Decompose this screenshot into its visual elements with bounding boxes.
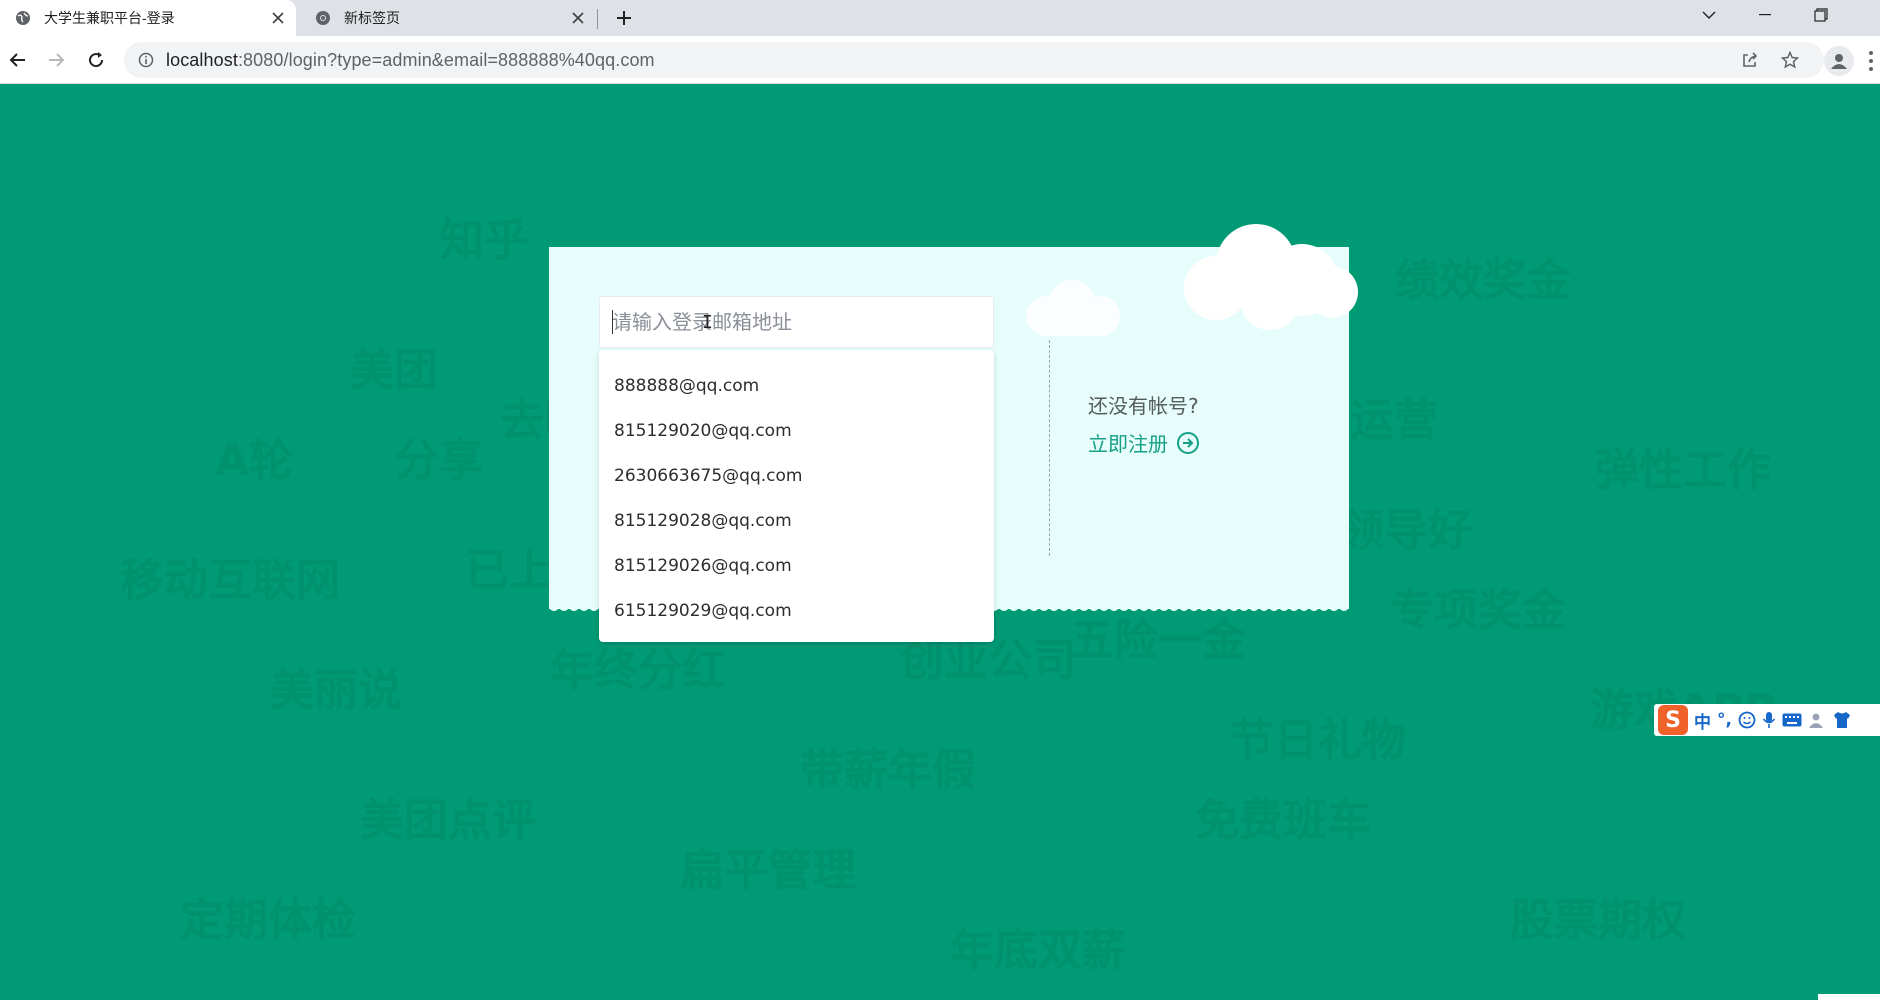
tab-new-tab[interactable]: 新标签页 — [300, 0, 596, 36]
new-tab-button[interactable] — [610, 4, 638, 32]
close-icon[interactable] — [564, 4, 592, 32]
emoji-icon[interactable] — [1738, 711, 1756, 729]
register-label: 立即注册 — [1088, 432, 1168, 456]
background-word: 免费班车 — [1195, 795, 1371, 846]
email-suggestion[interactable]: 888888@qq.com — [599, 364, 994, 409]
cloud-decoration — [1026, 280, 1120, 336]
more-menu-icon[interactable] — [1862, 48, 1880, 74]
globe-icon — [14, 9, 32, 27]
ime-language-toggle[interactable]: 中 — [1694, 708, 1711, 733]
skin-shirt-icon[interactable] — [1832, 711, 1852, 729]
profile-avatar[interactable] — [1824, 46, 1854, 76]
background-word: 美丽说 — [270, 665, 402, 716]
background-word: 节日礼物 — [1230, 715, 1406, 766]
email-suggestion[interactable]: 615129029@qq.com — [599, 589, 994, 634]
tab-search-icon[interactable] — [1682, 0, 1736, 30]
minimize-icon[interactable] — [1738, 0, 1792, 30]
chrome-icon — [314, 9, 332, 27]
keyboard-icon[interactable] — [1782, 713, 1802, 727]
email-suggestion[interactable]: 815129020@qq.com — [599, 409, 994, 454]
background-word: 定期体检 — [180, 895, 356, 946]
register-link[interactable]: 立即注册 — [1088, 428, 1200, 457]
background-word: 绩效奖金 — [1395, 255, 1571, 306]
mouse-ibeam-cursor: I — [702, 312, 713, 333]
ime-punct-toggle[interactable]: °, — [1717, 710, 1732, 730]
url-text: localhost:8080/login?type=admin&email=88… — [166, 49, 655, 70]
tab-login[interactable]: 大学生兼职平台-登录 — [0, 0, 296, 36]
background-word: 扁平管理 — [680, 845, 856, 896]
background-word: 知乎 — [440, 215, 528, 266]
background-word: A轮 — [215, 435, 294, 486]
background-word: 专项奖金 — [1390, 585, 1566, 636]
background-word: 股票期权 — [1510, 895, 1686, 946]
background-word: 领导好 — [1340, 505, 1472, 556]
close-icon[interactable] — [264, 4, 292, 32]
background-word: 年底双薪 — [950, 925, 1126, 976]
background-word: 运营 — [1350, 395, 1438, 446]
email-input[interactable] — [599, 296, 994, 348]
text-caret — [612, 310, 613, 334]
tab-bar: 大学生兼职平台-登录 新标签页 — [0, 0, 1880, 36]
tab-title: 新标签页 — [344, 10, 400, 26]
email-suggestion[interactable]: 2630663675@qq.com — [599, 454, 994, 499]
browser-toolbar: localhost:8080/login?type=admin&email=88… — [0, 36, 1880, 84]
dashed-divider — [1049, 340, 1050, 556]
info-icon[interactable] — [136, 50, 156, 70]
tab-separator — [597, 9, 598, 29]
background-word: 带薪年假 — [800, 745, 976, 796]
email-autocomplete-list: 888888@qq.com 815129020@qq.com 263066367… — [599, 350, 994, 642]
share-icon[interactable] — [1734, 44, 1766, 76]
cloud-decoration — [1184, 224, 1358, 330]
microphone-icon[interactable] — [1762, 711, 1776, 729]
background-word: 美团 — [350, 345, 438, 396]
arrow-circle-right-icon — [1176, 431, 1200, 455]
email-suggestion[interactable]: 815129026@qq.com — [599, 544, 994, 589]
background-word: 弹性工作 — [1595, 445, 1771, 496]
tab-title: 大学生兼职平台-登录 — [44, 10, 175, 26]
bookmark-star-icon[interactable] — [1774, 44, 1806, 76]
ime-toolbar: S 中 °, — [1654, 704, 1880, 736]
background-word: 移动互联网 — [120, 555, 340, 606]
address-bar[interactable]: localhost:8080/login?type=admin&email=88… — [124, 42, 1824, 78]
no-account-text: 还没有帐号? — [1088, 394, 1199, 418]
email-suggestion[interactable]: 815129028@qq.com — [599, 499, 994, 544]
taskbar-edge — [1818, 994, 1880, 1000]
background-word: 年终分红 — [550, 645, 726, 696]
reload-icon[interactable] — [80, 44, 112, 76]
sogou-logo-icon[interactable]: S — [1658, 705, 1688, 735]
background-word: 分享 — [395, 435, 483, 486]
restore-icon[interactable] — [1794, 0, 1848, 30]
back-icon[interactable] — [2, 44, 34, 76]
user-settings-icon[interactable] — [1808, 711, 1826, 729]
background-word: 美团点评 — [360, 795, 536, 846]
forward-icon[interactable] — [40, 44, 72, 76]
